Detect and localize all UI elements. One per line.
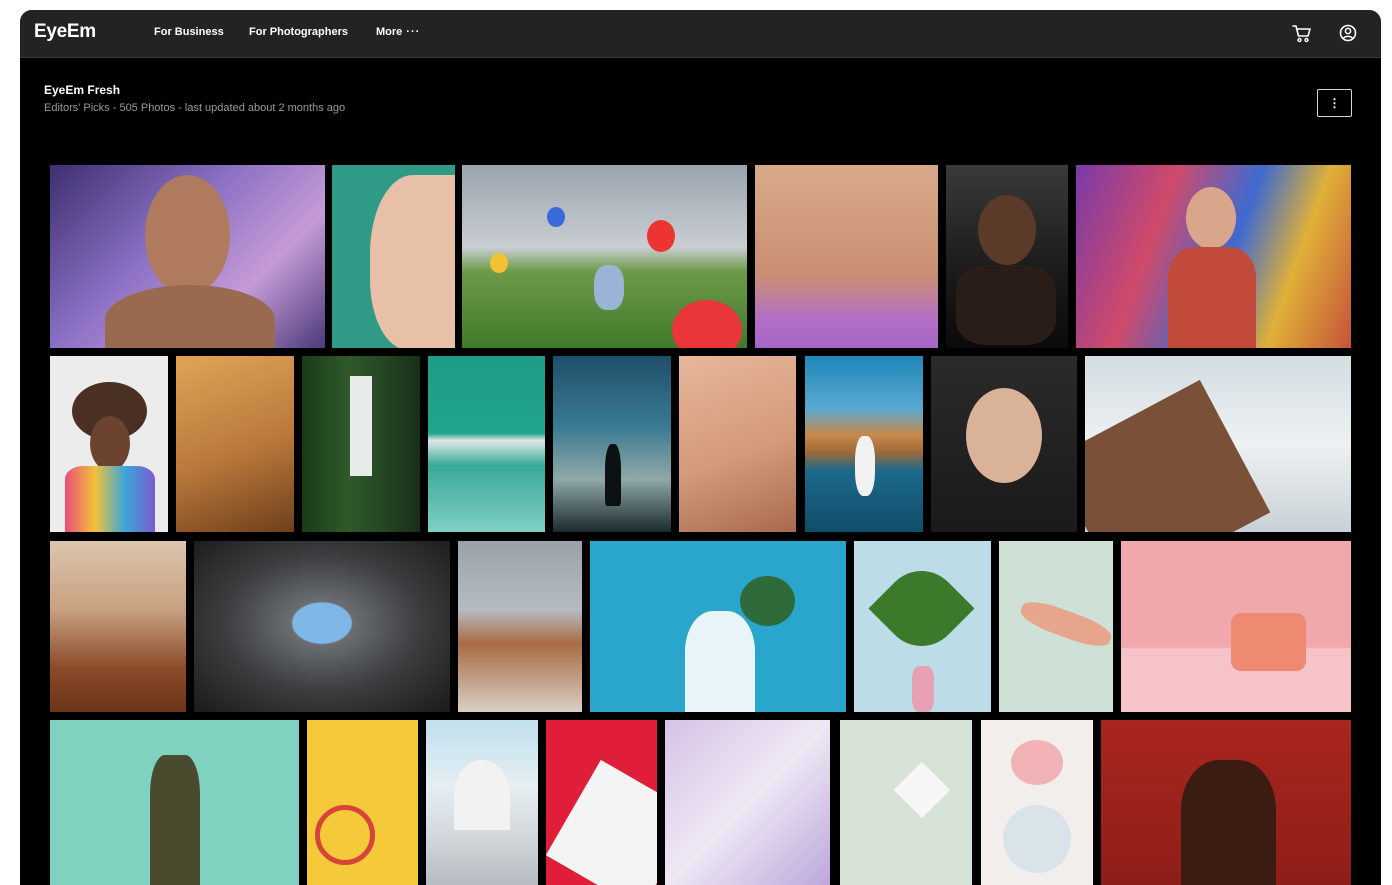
photo-mountain-ridge[interactable] <box>1085 356 1351 532</box>
photo-lake-mountains[interactable] <box>805 356 923 532</box>
photo-woman-freckles[interactable] <box>931 356 1077 532</box>
collection-options-button[interactable]: ⋮ <box>1317 89 1352 117</box>
photo-shadow-hand[interactable] <box>176 356 294 532</box>
nav-for-business[interactable]: For Business <box>154 26 224 38</box>
app-window: EyeEm For Business For Photographers Mor… <box>20 10 1381 885</box>
more-dots-icon: ··· <box>406 26 421 38</box>
photo-bicycle-yellow[interactable] <box>307 720 418 885</box>
photo-fountain-sky[interactable] <box>590 541 846 712</box>
photo-fairy-lights[interactable] <box>946 165 1068 348</box>
photo-balloons-field[interactable] <box>462 165 747 348</box>
photo-red-figure[interactable] <box>1101 720 1351 885</box>
photo-wave-teal[interactable] <box>428 356 545 532</box>
photo-waterfall-jungle[interactable] <box>302 356 420 532</box>
photo-skyscraper-courtyard[interactable] <box>194 541 450 712</box>
photo-desert-canyon[interactable] <box>50 541 186 712</box>
user-account-icon[interactable] <box>1337 22 1359 44</box>
photo-leaf-hand[interactable] <box>854 541 991 712</box>
photo-pink-discs[interactable] <box>665 720 830 885</box>
photo-organ-player[interactable] <box>458 541 582 712</box>
photo-graffiti-wall[interactable] <box>1076 165 1351 348</box>
nav-for-photographers[interactable]: For Photographers <box>249 26 348 38</box>
photo-pink-telephone[interactable] <box>1121 541 1351 712</box>
photo-red-grapefruit[interactable] <box>546 720 657 885</box>
photo-white-temple[interactable] <box>426 720 538 885</box>
photo-shuttlecock-hand[interactable] <box>999 541 1113 712</box>
nav-more[interactable]: More ··· <box>376 26 420 38</box>
photo-silhouette-dusk[interactable] <box>553 356 671 532</box>
collection-subtitle: Editors' Picks - 505 Photos - last updat… <box>44 102 346 114</box>
nav-more-label: More <box>376 26 403 38</box>
cart-icon[interactable] <box>1291 22 1313 44</box>
eyeem-logo[interactable]: EyeEm <box>34 21 96 43</box>
photo-profile-glasses[interactable] <box>332 165 455 348</box>
photo-peach-hand[interactable] <box>679 356 796 532</box>
top-navigation-bar: EyeEm For Business For Photographers Mor… <box>20 10 1381 58</box>
photo-portrait-light[interactable] <box>50 165 325 348</box>
photo-kiwi-pyramid[interactable] <box>840 720 972 885</box>
collection-title: EyeEm Fresh <box>44 83 121 97</box>
photo-cucumber-woman[interactable] <box>50 720 299 885</box>
photo-afro-portrait[interactable] <box>50 356 168 532</box>
photo-pink-hair-bowl[interactable] <box>981 720 1093 885</box>
photo-face-freckles[interactable] <box>755 165 938 348</box>
